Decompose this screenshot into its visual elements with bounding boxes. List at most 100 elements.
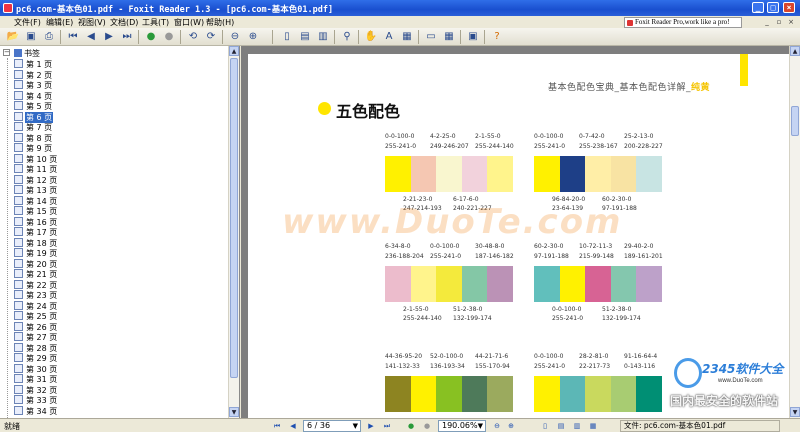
bookmark-item[interactable]: 第 24 页 bbox=[14, 300, 58, 311]
status-facing-icon[interactable]: ▥ bbox=[572, 421, 582, 431]
scroll-up-arrow[interactable]: ▲ bbox=[229, 46, 239, 56]
status-single-page-icon[interactable]: ▯ bbox=[540, 421, 550, 431]
page-number-input[interactable]: 6 / 36 ▼ bbox=[303, 420, 361, 432]
tree-collapse-toggle[interactable]: − bbox=[3, 49, 10, 56]
scroll-down-arrow[interactable]: ▼ bbox=[229, 407, 239, 417]
bookmark-item[interactable]: 第 33 页 bbox=[14, 395, 58, 405]
bookmark-item[interactable]: 第 20 页 bbox=[14, 258, 58, 269]
zoom-input[interactable]: 190.06% ▼ bbox=[438, 420, 486, 432]
bookmark-item[interactable]: 第 31 页 bbox=[14, 374, 58, 384]
bookmark-item[interactable]: 第 14 页 bbox=[14, 195, 58, 206]
page-icon bbox=[14, 164, 23, 173]
status-last-page-icon[interactable]: ⏭ bbox=[382, 421, 392, 431]
bookmark-item[interactable]: 第 27 页 bbox=[14, 332, 58, 342]
doc-close-button[interactable]: × bbox=[786, 17, 796, 27]
bookmark-item[interactable]: 第 5 页 bbox=[14, 101, 53, 111]
bookmark-item[interactable]: 第 25 页 bbox=[14, 311, 58, 321]
status-prev-page-icon[interactable]: ◀ bbox=[288, 421, 298, 431]
print-icon[interactable]: ⎙ bbox=[42, 30, 56, 44]
doc-minimize-button[interactable]: _ bbox=[762, 17, 772, 27]
find-icon[interactable]: ⚲ bbox=[340, 30, 354, 44]
promo-banner[interactable]: Foxit Reader Pro,work like a pro! bbox=[624, 17, 742, 28]
bookmark-item[interactable]: 第 6 页 bbox=[14, 111, 54, 123]
bookmark-item[interactable]: 第 12 页 bbox=[14, 174, 58, 185]
doc-scroll-up-arrow[interactable]: ▲ bbox=[790, 46, 800, 56]
bookmark-item[interactable]: 第 34 页 bbox=[14, 405, 58, 416]
bookmark-item[interactable]: 第 16 页 bbox=[14, 216, 58, 227]
maximize-button[interactable]: □ bbox=[767, 2, 779, 13]
next-page-icon[interactable]: ▶ bbox=[102, 30, 116, 44]
menu-window[interactable]: 窗口(W) bbox=[174, 17, 204, 28]
zoom-dropdown-icon[interactable]: ▼ bbox=[478, 421, 483, 431]
minimize-button[interactable]: _ bbox=[752, 2, 764, 13]
snapshot-icon[interactable]: ▦ bbox=[400, 30, 414, 44]
menu-view[interactable]: 视图(V) bbox=[78, 17, 106, 28]
status-continuous-icon[interactable]: ▤ bbox=[556, 421, 566, 431]
fullscreen-icon[interactable]: ▣ bbox=[466, 30, 480, 44]
bookmark-item[interactable]: 第 23 页 bbox=[14, 290, 58, 300]
scroll-thumb[interactable] bbox=[230, 58, 238, 378]
bookmark-item[interactable]: 第 3 页 bbox=[14, 80, 53, 90]
bookmark-item[interactable]: 第 19 页 bbox=[14, 248, 58, 258]
bookmark-item[interactable]: 第 32 页 bbox=[14, 384, 58, 395]
save-icon[interactable]: ▣ bbox=[24, 30, 38, 44]
status-first-page-icon[interactable]: ⏮ bbox=[272, 421, 282, 431]
zoom-plus-icon[interactable]: ⊕ bbox=[506, 421, 516, 431]
bookmark-item[interactable]: 第 9 页 bbox=[14, 143, 53, 153]
bookmark-item[interactable]: 第 10 页 bbox=[14, 153, 58, 164]
close-button[interactable]: × bbox=[783, 2, 795, 13]
single-page-icon[interactable]: ▯ bbox=[280, 30, 294, 44]
facing-icon[interactable]: ▥ bbox=[316, 30, 330, 44]
doc-restore-button[interactable]: ▫ bbox=[774, 17, 784, 27]
status-forward-icon[interactable]: ● bbox=[422, 421, 432, 431]
menu-file[interactable]: 文件(F) bbox=[14, 17, 41, 28]
status-back-icon[interactable]: ● bbox=[406, 421, 416, 431]
bookmark-item[interactable]: 第 1 页 bbox=[14, 59, 53, 69]
first-page-icon[interactable]: ⏮ bbox=[66, 30, 80, 44]
zoom-minus-icon[interactable]: ⊖ bbox=[492, 421, 502, 431]
thumb-icon[interactable]: ▦ bbox=[442, 30, 456, 44]
bookmark-item[interactable]: 第 26 页 bbox=[14, 321, 58, 332]
rotate-left-icon[interactable]: ⟲ bbox=[186, 30, 200, 44]
bookmark-item[interactable]: 第 17 页 bbox=[14, 227, 58, 237]
bookmark-item[interactable]: 第 13 页 bbox=[14, 185, 58, 195]
bookmark-item[interactable]: 第 11 页 bbox=[14, 164, 58, 174]
page-dropdown-icon[interactable]: ▼ bbox=[353, 421, 358, 431]
bookmark-item[interactable]: 第 21 页 bbox=[14, 269, 58, 279]
doc-scroll-thumb[interactable] bbox=[791, 106, 799, 136]
menu-tools[interactable]: 工具(T) bbox=[142, 17, 169, 28]
text-select-icon[interactable]: A bbox=[382, 30, 396, 44]
bookmark-item[interactable]: 第 4 页 bbox=[14, 90, 53, 101]
hand-tool-icon[interactable]: ✋ bbox=[364, 30, 378, 44]
bookmark-item[interactable]: 第 8 页 bbox=[14, 132, 53, 143]
top-color-codes: 0-0-100-0 4-2-25-0 2-1-55-0 255-241-0 249-24… bbox=[385, 132, 517, 152]
bookmark-item[interactable]: 第 7 页 bbox=[14, 122, 53, 132]
rotate-right-icon[interactable]: ⟳ bbox=[204, 30, 218, 44]
bookmark-item[interactable]: 第 28 页 bbox=[14, 342, 58, 353]
bookmark-item[interactable]: 第 2 页 bbox=[14, 69, 53, 80]
bookmark-item[interactable]: 第 18 页 bbox=[14, 237, 58, 248]
menu-edit[interactable]: 编辑(E) bbox=[46, 17, 73, 28]
last-page-icon[interactable]: ⏭ bbox=[120, 30, 134, 44]
bookmarks-root[interactable]: 书签 bbox=[14, 48, 40, 58]
bookmark-item[interactable]: 第 15 页 bbox=[14, 206, 58, 216]
bookmark-item[interactable]: 第 22 页 bbox=[14, 279, 58, 290]
menu-document[interactable]: 文档(D) bbox=[110, 17, 138, 28]
cmyk-value: 51-2-38-0 bbox=[453, 306, 483, 313]
open-icon[interactable]: 📂 bbox=[6, 30, 20, 44]
rgb-value: 22-217-73 bbox=[579, 363, 611, 370]
zoom-out-icon[interactable]: ⊖ bbox=[228, 30, 242, 44]
bookmark-item[interactable]: 第 30 页 bbox=[14, 363, 58, 374]
bookmarks-scrollbar[interactable]: ▲ ▼ bbox=[228, 46, 239, 418]
menu-help[interactable]: 帮助(H) bbox=[206, 17, 234, 28]
zoom-in-icon[interactable]: ⊕ bbox=[246, 30, 260, 44]
help-icon[interactable]: ? bbox=[490, 30, 504, 44]
go-back-icon[interactable]: ● bbox=[144, 30, 158, 44]
status-cont-facing-icon[interactable]: ▦ bbox=[588, 421, 598, 431]
go-forward-icon[interactable]: ● bbox=[162, 30, 176, 44]
bookmark-item[interactable]: 第 29 页 bbox=[14, 353, 58, 363]
status-next-page-icon[interactable]: ▶ bbox=[366, 421, 376, 431]
view-icon[interactable]: ▭ bbox=[424, 30, 438, 44]
continuous-icon[interactable]: ▤ bbox=[298, 30, 312, 44]
prev-page-icon[interactable]: ◀ bbox=[84, 30, 98, 44]
